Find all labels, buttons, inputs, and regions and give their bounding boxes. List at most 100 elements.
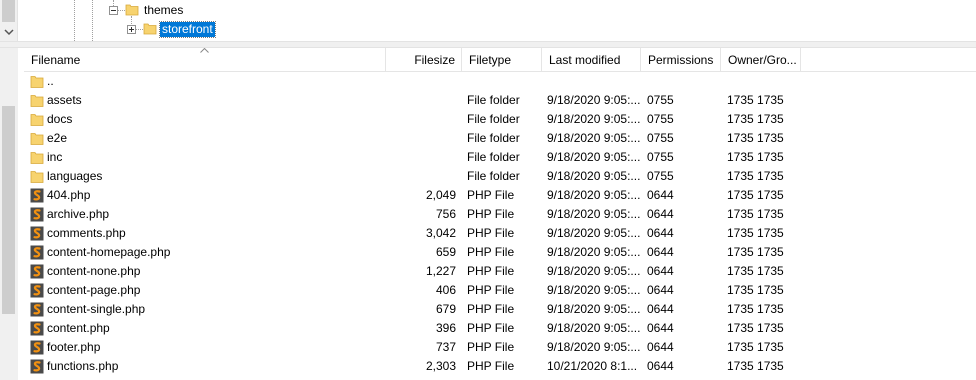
cell-owner-group: 1735 1735 (727, 359, 784, 373)
column-header-owner-group[interactable]: Owner/Gro... (721, 48, 801, 72)
cell-filetype: PHP File (467, 283, 515, 297)
table-row[interactable]: assets File folder 9/18/2020 9:05:... 0755 1… (24, 91, 976, 110)
table-row[interactable]: inc File folder 9/18/2020 9:05:... 0755 1735… (24, 148, 976, 167)
cell-owner-group: 1735 1735 (727, 207, 784, 221)
scroll-down-arrow-icon[interactable] (4, 28, 14, 36)
cell-owner-group: 1735 1735 (727, 131, 784, 145)
cell-filesize: 679 (435, 302, 456, 316)
tree-item-themes[interactable]: themes (144, 3, 183, 18)
cell-filetype: PHP File (467, 340, 515, 354)
cell-owner-group: 1735 1735 (727, 112, 784, 126)
table-row[interactable]: .. (24, 72, 976, 91)
cell-filetype: PHP File (467, 245, 515, 259)
table-row[interactable]: e2e File folder 9/18/2020 9:05:... 0755 1735… (24, 129, 976, 148)
table-row[interactable]: content.php 396 PHP File 9/18/2020 9:05:...… (24, 319, 976, 338)
cell-filesize (386, 110, 456, 129)
collapse-toggle-icon[interactable] (109, 6, 118, 15)
cell-filename: functions.php (47, 359, 119, 373)
cell-filetype: PHP File (467, 321, 515, 335)
cell-permissions: 0755 (647, 112, 674, 126)
table-row[interactable]: archive.php 756 PHP File 9/18/2020 9:05:...… (24, 205, 976, 224)
expand-toggle-icon[interactable] (127, 25, 136, 34)
cell-last-modified: 9/18/2020 9:05:... (547, 264, 641, 278)
folder-icon (143, 23, 157, 35)
cell-filename: languages (47, 169, 103, 183)
cell-owner-group: 1735 1735 (727, 283, 784, 297)
cell-last-modified: 9/18/2020 9:05:... (547, 169, 641, 183)
cell-permissions: 0644 (647, 207, 674, 221)
cell-filetype: File folder (467, 93, 520, 107)
table-row[interactable]: content-none.php 1,227 PHP File 9/18/2020 9… (24, 262, 976, 281)
cell-owner-group: 1735 1735 (727, 302, 784, 316)
cell-permissions: 0755 (647, 93, 674, 107)
column-header-permissions[interactable]: Permissions (641, 48, 721, 72)
cell-filename: e2e (47, 131, 68, 145)
cell-filesize: 406 (435, 283, 456, 297)
cell-permissions: 0755 (647, 131, 674, 145)
cell-filesize (386, 167, 456, 186)
cell-filetype: PHP File (467, 226, 515, 240)
table-row[interactable]: content-page.php 406 PHP File 9/18/2020 9:0… (24, 281, 976, 300)
cell-permissions: 0644 (647, 359, 674, 373)
cell-filesize: 659 (435, 245, 456, 259)
cell-last-modified: 9/18/2020 9:05:... (547, 131, 641, 145)
cell-filetype: File folder (467, 112, 520, 126)
tree-scrollbar-thumb[interactable] (2, 0, 15, 22)
column-header-last-modified[interactable]: Last modified (542, 48, 641, 72)
cell-permissions (647, 72, 721, 91)
file-list-scrollbar[interactable] (0, 48, 18, 380)
table-row[interactable]: footer.php 737 PHP File 9/18/2020 9:05:... 0… (24, 338, 976, 357)
file-list[interactable]: Filename Filesize Filetype Last modified… (24, 48, 976, 380)
cell-filename: assets (47, 93, 82, 107)
table-row[interactable]: content-single.php 679 PHP File 9/18/2020 9… (24, 300, 976, 319)
cell-owner-group: 1735 1735 (727, 321, 784, 335)
tree-scrollbar[interactable] (0, 0, 18, 41)
cell-filesize (386, 129, 456, 148)
table-row[interactable]: 404.php 2,049 PHP File 9/18/2020 9:05:... 06… (24, 186, 976, 205)
column-header-filetype[interactable]: Filetype (462, 48, 542, 72)
cell-last-modified: 9/18/2020 9:05:... (547, 340, 641, 354)
column-header-filename[interactable]: Filename (24, 48, 386, 72)
cell-filename: footer.php (47, 340, 101, 354)
cell-owner-group: 1735 1735 (727, 93, 784, 107)
file-list-scrollbar-thumb[interactable] (2, 106, 15, 314)
cell-filename: 404.php (47, 188, 91, 202)
cell-filename: content-none.php (47, 264, 141, 278)
cell-last-modified: 9/18/2020 9:05:... (547, 321, 641, 335)
cell-filename: comments.php (47, 226, 126, 240)
cell-permissions: 0644 (647, 283, 674, 297)
folder-open-icon (125, 4, 139, 16)
cell-filetype: PHP File (467, 264, 515, 278)
table-row[interactable]: content-homepage.php 659 PHP File 9/18/2020… (24, 243, 976, 262)
cell-filetype: PHP File (467, 207, 515, 221)
cell-last-modified: 10/21/2020 8:1... (547, 359, 638, 373)
cell-owner-group: 1735 1735 (727, 188, 784, 202)
cell-owner-group (727, 72, 801, 91)
cell-filename: docs (47, 112, 73, 126)
cell-filetype: PHP File (467, 359, 515, 373)
tree-guide-line (74, 0, 75, 41)
directory-tree[interactable]: themes storefront (0, 0, 976, 41)
pane-splitter[interactable] (0, 41, 976, 48)
cell-last-modified: 9/18/2020 9:05:... (547, 226, 641, 240)
cell-owner-group: 1735 1735 (727, 264, 784, 278)
tree-item-storefront[interactable]: storefront (159, 21, 216, 38)
cell-last-modified (547, 72, 641, 91)
cell-filename: content.php (47, 321, 110, 335)
tree-guide-line (118, 10, 125, 11)
cell-filetype: PHP File (467, 302, 515, 316)
cell-owner-group: 1735 1735 (727, 150, 784, 164)
cell-filesize (386, 148, 456, 167)
cell-last-modified: 9/18/2020 9:05:... (547, 188, 641, 202)
table-row[interactable]: languages File folder 9/18/2020 9:05:... 07… (24, 167, 976, 186)
table-row[interactable]: functions.php 2,303 PHP File 10/21/2020 8:1… (24, 357, 976, 376)
cell-last-modified: 9/18/2020 9:05:... (547, 245, 641, 259)
tree-guide-line (92, 0, 93, 41)
table-row[interactable]: comments.php 3,042 PHP File 9/18/2020 9:05:… (24, 224, 976, 243)
cell-owner-group: 1735 1735 (727, 169, 784, 183)
cell-filename: inc (47, 150, 63, 164)
cell-filename: .. (47, 74, 54, 88)
cell-permissions: 0644 (647, 264, 674, 278)
table-row[interactable]: docs File folder 9/18/2020 9:05:... 0755 173… (24, 110, 976, 129)
column-header-filesize[interactable]: Filesize (386, 48, 462, 72)
